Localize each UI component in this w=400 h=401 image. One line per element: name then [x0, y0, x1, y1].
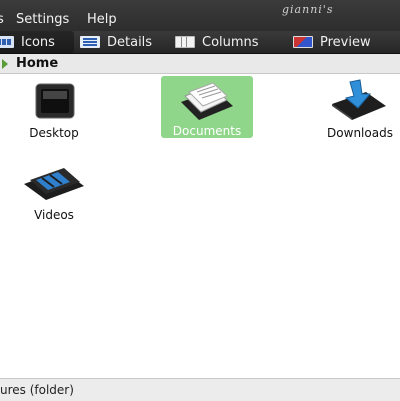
- documents-folder-icon: [181, 82, 233, 120]
- details-view-label: Details: [107, 34, 153, 50]
- file-label: Desktop: [29, 126, 79, 140]
- columns-view-label: Columns: [202, 34, 259, 50]
- file-item-desktop[interactable]: Desktop: [8, 78, 100, 144]
- details-view-icon: [80, 36, 100, 48]
- file-item-documents[interactable]: Documents: [161, 76, 253, 138]
- file-item-downloads[interactable]: Downloads: [314, 78, 400, 144]
- status-bar: ures (folder): [0, 378, 400, 401]
- file-label: Downloads: [327, 126, 393, 140]
- menu-help[interactable]: Help: [87, 12, 117, 28]
- file-item-videos[interactable]: Videos: [8, 160, 100, 226]
- file-label: Videos: [34, 208, 74, 222]
- location-bar: Home: [0, 54, 400, 74]
- preview-view-icon: [293, 36, 313, 48]
- details-view-button[interactable]: Details: [80, 31, 164, 53]
- file-label: Documents: [172, 124, 242, 138]
- more-view-button[interactable]: [394, 31, 400, 53]
- breadcrumb-home[interactable]: Home: [16, 55, 58, 72]
- desktop-folder-icon: [35, 83, 75, 119]
- icons-view-button[interactable]: Icons: [0, 31, 74, 53]
- downloads-folder-icon: [332, 79, 386, 120]
- icon-view-icon: [0, 36, 14, 48]
- window-title: gianni's: [282, 3, 334, 16]
- menu-places[interactable]: s: [0, 12, 4, 28]
- preview-view-button[interactable]: Preview: [293, 31, 385, 53]
- back-arrow-icon[interactable]: [2, 59, 8, 69]
- file-view[interactable]: Desktop Documents Downloads Videos: [0, 74, 400, 378]
- menubar: s Settings Help gianni's: [0, 0, 400, 31]
- videos-folder-icon: [24, 168, 84, 200]
- icons-view-label: Icons: [21, 34, 55, 50]
- preview-view-label: Preview: [320, 34, 371, 50]
- view-toolbar: Icons Details Columns Preview: [0, 31, 400, 54]
- columns-view-button[interactable]: Columns: [175, 31, 271, 53]
- menu-settings[interactable]: Settings: [16, 12, 69, 28]
- columns-view-icon: [175, 36, 195, 48]
- status-text: ures (folder): [0, 383, 74, 397]
